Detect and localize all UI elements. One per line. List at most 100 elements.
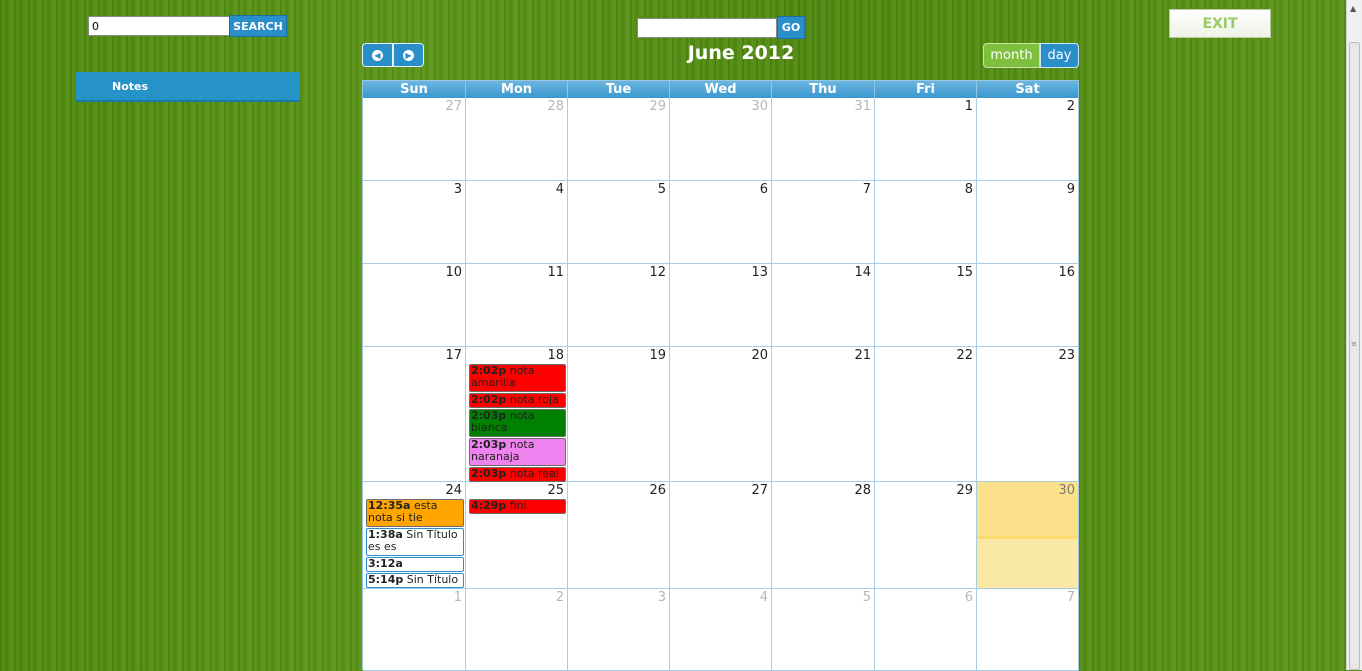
day-cell[interactable]: 29 [568, 98, 670, 181]
day-number[interactable]: 25 [547, 483, 564, 498]
day-view-button[interactable]: day [1040, 43, 1079, 68]
day-cell[interactable]: 3 [363, 181, 466, 264]
calendar-event[interactable]: 2:02p nota amarilla [469, 364, 566, 392]
prev-month-button[interactable]: ◀ [362, 43, 393, 67]
day-cell[interactable]: 5 [772, 589, 875, 671]
calendar-event[interactable]: 4:29p fini [469, 499, 566, 514]
day-cell[interactable]: 28 [466, 98, 568, 181]
day-number[interactable]: 24 [445, 483, 462, 498]
day-cell[interactable]: 27 [363, 98, 466, 181]
day-cell[interactable]: 7 [977, 589, 1079, 671]
calendar-event[interactable]: 5:14p Sin Título [366, 573, 464, 588]
day-number[interactable]: 4 [760, 590, 768, 605]
scrollbar-thumb[interactable]: ≡ [1349, 42, 1360, 670]
day-cell[interactable]: 18 2:02p nota amarilla 2:02p nota roja 2:03… [466, 347, 568, 482]
day-number[interactable]: 26 [649, 483, 666, 498]
day-number[interactable]: 2 [556, 590, 564, 605]
day-cell[interactable]: 30 [977, 482, 1079, 589]
day-number[interactable]: 5 [863, 590, 871, 605]
exit-button[interactable]: EXIT [1169, 9, 1271, 38]
day-number[interactable]: 3 [454, 182, 462, 197]
day-number[interactable]: 7 [1067, 590, 1075, 605]
day-cell[interactable]: 7 [772, 181, 875, 264]
vertical-scrollbar[interactable]: ▲ ≡ [1346, 0, 1362, 670]
day-cell[interactable]: 11 [466, 264, 568, 347]
day-number[interactable]: 6 [760, 182, 768, 197]
search-input[interactable] [88, 16, 230, 36]
day-cell[interactable]: 8 [875, 181, 977, 264]
day-cell[interactable]: 23 [977, 347, 1079, 482]
day-number[interactable]: 28 [854, 483, 871, 498]
day-number[interactable]: 21 [854, 348, 871, 363]
day-cell[interactable]: 2 [977, 98, 1079, 181]
day-cell[interactable]: 29 [875, 482, 977, 589]
day-number[interactable]: 6 [965, 590, 973, 605]
day-cell[interactable]: 30 [670, 98, 772, 181]
day-number[interactable]: 22 [956, 348, 973, 363]
day-cell[interactable]: 17 [363, 347, 466, 482]
day-cell[interactable]: 1 [363, 589, 466, 671]
scroll-up-arrow-icon[interactable]: ▲ [1350, 4, 1356, 13]
day-cell[interactable]: 22 [875, 347, 977, 482]
calendar-event[interactable]: 2:03p nota real [469, 467, 566, 482]
day-number[interactable]: 20 [751, 348, 768, 363]
day-number[interactable]: 29 [649, 99, 666, 114]
day-number[interactable]: 15 [956, 265, 973, 280]
calendar-event[interactable]: 2:03p nota naranaja [469, 438, 566, 466]
month-view-button[interactable]: month [983, 43, 1040, 68]
day-cell[interactable]: 12 [568, 264, 670, 347]
calendar-event[interactable]: 2:03p nota blanca [469, 409, 566, 437]
calendar-event[interactable]: 2:02p nota roja [469, 393, 566, 408]
day-cell[interactable]: 24 12:35a esta nota si tie 1:38a Sin Títul… [363, 482, 466, 589]
day-number[interactable]: 29 [956, 483, 973, 498]
day-cell[interactable]: 6 [670, 181, 772, 264]
day-number[interactable]: 9 [1067, 182, 1075, 197]
day-cell[interactable]: 20 [670, 347, 772, 482]
day-cell[interactable]: 28 [772, 482, 875, 589]
day-cell[interactable]: 10 [363, 264, 466, 347]
day-cell[interactable]: 25 4:29p fini [466, 482, 568, 589]
day-number[interactable]: 8 [965, 182, 973, 197]
day-number[interactable]: 1 [965, 99, 973, 114]
day-number[interactable]: 31 [854, 99, 871, 114]
day-number[interactable]: 3 [658, 590, 666, 605]
day-cell[interactable]: 15 [875, 264, 977, 347]
next-month-button[interactable]: ▶ [393, 43, 424, 67]
day-number[interactable]: 5 [658, 182, 666, 197]
day-number[interactable]: 19 [649, 348, 666, 363]
day-cell[interactable]: 26 [568, 482, 670, 589]
day-number[interactable]: 17 [445, 348, 462, 363]
day-number[interactable]: 10 [445, 265, 462, 280]
day-number[interactable]: 18 [547, 348, 564, 363]
day-cell[interactable]: 14 [772, 264, 875, 347]
day-cell[interactable]: 27 [670, 482, 772, 589]
day-number[interactable]: 27 [751, 483, 768, 498]
day-cell[interactable]: 19 [568, 347, 670, 482]
calendar-event[interactable]: 1:38a Sin Título es es [366, 528, 464, 556]
day-cell[interactable]: 16 [977, 264, 1079, 347]
day-cell[interactable]: 4 [670, 589, 772, 671]
calendar-event[interactable]: 3:12a veinticuatro [366, 557, 464, 572]
go-input[interactable] [637, 18, 777, 38]
go-button[interactable]: GO [777, 16, 805, 39]
day-cell[interactable]: 2 [466, 589, 568, 671]
day-cell[interactable]: 31 [772, 98, 875, 181]
day-number[interactable]: 23 [1058, 348, 1075, 363]
day-number[interactable]: 14 [854, 265, 871, 280]
day-number[interactable]: 12 [649, 265, 666, 280]
day-number[interactable]: 28 [547, 99, 564, 114]
day-cell[interactable]: 5 [568, 181, 670, 264]
day-number[interactable]: 30 [751, 99, 768, 114]
calendar-event[interactable]: 12:35a esta nota si tie [366, 499, 464, 527]
day-number[interactable]: 2 [1067, 99, 1075, 114]
day-cell[interactable]: 1 [875, 98, 977, 181]
day-number[interactable]: 13 [751, 265, 768, 280]
day-number[interactable]: 27 [445, 99, 462, 114]
day-number[interactable]: 16 [1058, 265, 1075, 280]
notes-panel[interactable]: Notes [76, 72, 300, 102]
day-cell[interactable]: 6 [875, 589, 977, 671]
day-number[interactable]: 11 [547, 265, 564, 280]
day-cell[interactable]: 13 [670, 264, 772, 347]
day-number[interactable]: 4 [556, 182, 564, 197]
day-cell[interactable]: 21 [772, 347, 875, 482]
